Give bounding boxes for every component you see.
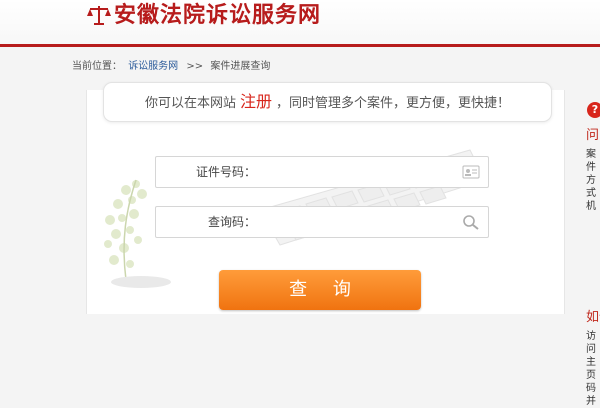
banner-text-after: ，同时管理多个案件，更方便，更快捷！ — [276, 96, 511, 111]
breadcrumb-prefix: 当前位置： — [72, 61, 122, 72]
breadcrumb-current: 案件进展查询 — [210, 61, 271, 72]
site-title[interactable]: 安徽法院诉讼服务网 — [114, 2, 321, 28]
breadcrumb-link-home[interactable]: 诉讼服务网 — [128, 61, 178, 72]
query-button[interactable]: 查 询 — [219, 270, 421, 310]
id-number-input[interactable] — [260, 157, 454, 187]
id-number-field: 证件号码： — [155, 156, 489, 188]
id-card-icon — [462, 165, 480, 179]
banner-text-before: 你可以在本网站 — [144, 96, 236, 111]
help-sidebar: ? 问 案件方式机 如何 访问主页码并 — [584, 100, 600, 407]
register-link[interactable]: 注册 — [240, 92, 272, 111]
query-code-input[interactable] — [260, 207, 454, 237]
query-code-label: 查询码： — [207, 215, 256, 229]
faq-title-1[interactable]: 问 — [586, 124, 599, 143]
site-header: 安徽法院诉讼服务网 — [0, 0, 600, 47]
magnifier-icon — [463, 215, 479, 230]
faq-text-1: 案件方式机 — [586, 149, 596, 212]
query-code-field: 查询码： — [155, 206, 489, 238]
scales-icon — [87, 6, 111, 25]
faq-text-2: 访问主页码并 — [586, 331, 596, 407]
breadcrumb: 当前位置： 诉讼服务网 >> 案件进展查询 — [72, 60, 270, 74]
breadcrumb-separator: >> — [186, 61, 204, 72]
faq-title-2[interactable]: 如何 — [586, 306, 600, 325]
help-icon: ? — [587, 102, 600, 118]
register-banner: 你可以在本网站 注册 ，同时管理多个案件，更方便，更快捷！ — [103, 82, 552, 122]
id-number-label: 证件号码： — [195, 165, 256, 179]
